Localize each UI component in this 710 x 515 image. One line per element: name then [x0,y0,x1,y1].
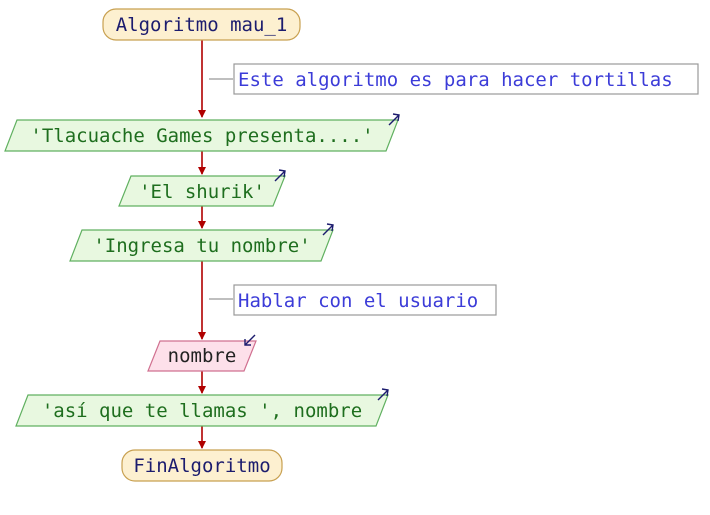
output-4-label-text: 'así que te llamas ', nombre [42,400,362,422]
output-4-label: 'así que te llamas ', nombre [42,400,362,422]
output-node-2: 'El shurik' [118,169,286,207]
comment-2-label: Hablar con el usuario [238,290,478,312]
output-node-3: 'Ingresa tu nombre' [69,223,334,262]
output-1-label: 'Tlacuache Games presenta....' [30,125,373,147]
end-node: FinAlgoritmo [121,449,283,482]
input-node-1: nombre [147,334,257,372]
end-label: FinAlgoritmo [133,455,270,477]
output-2-label: 'El shurik' [139,181,265,203]
comment-node-1: Este algoritmo es para hacer tortillas [233,63,699,95]
comment-1-label: Este algoritmo es para hacer tortillas [238,69,673,91]
start-label: Algoritmo mau_1 [116,14,288,36]
output-node-1: 'Tlacuache Games presenta....' [4,113,400,152]
output-3-label: 'Ingresa tu nombre' [93,235,310,257]
comment-node-2: Hablar con el usuario [233,284,497,316]
output-node-4: 'así que te llamas ', nombre [15,388,389,427]
flowchart-diagram: Algoritmo mau_1 Este algoritmo es para h… [4,8,699,482]
start-node: Algoritmo mau_1 [102,8,301,41]
input-1-label: nombre [168,345,237,367]
